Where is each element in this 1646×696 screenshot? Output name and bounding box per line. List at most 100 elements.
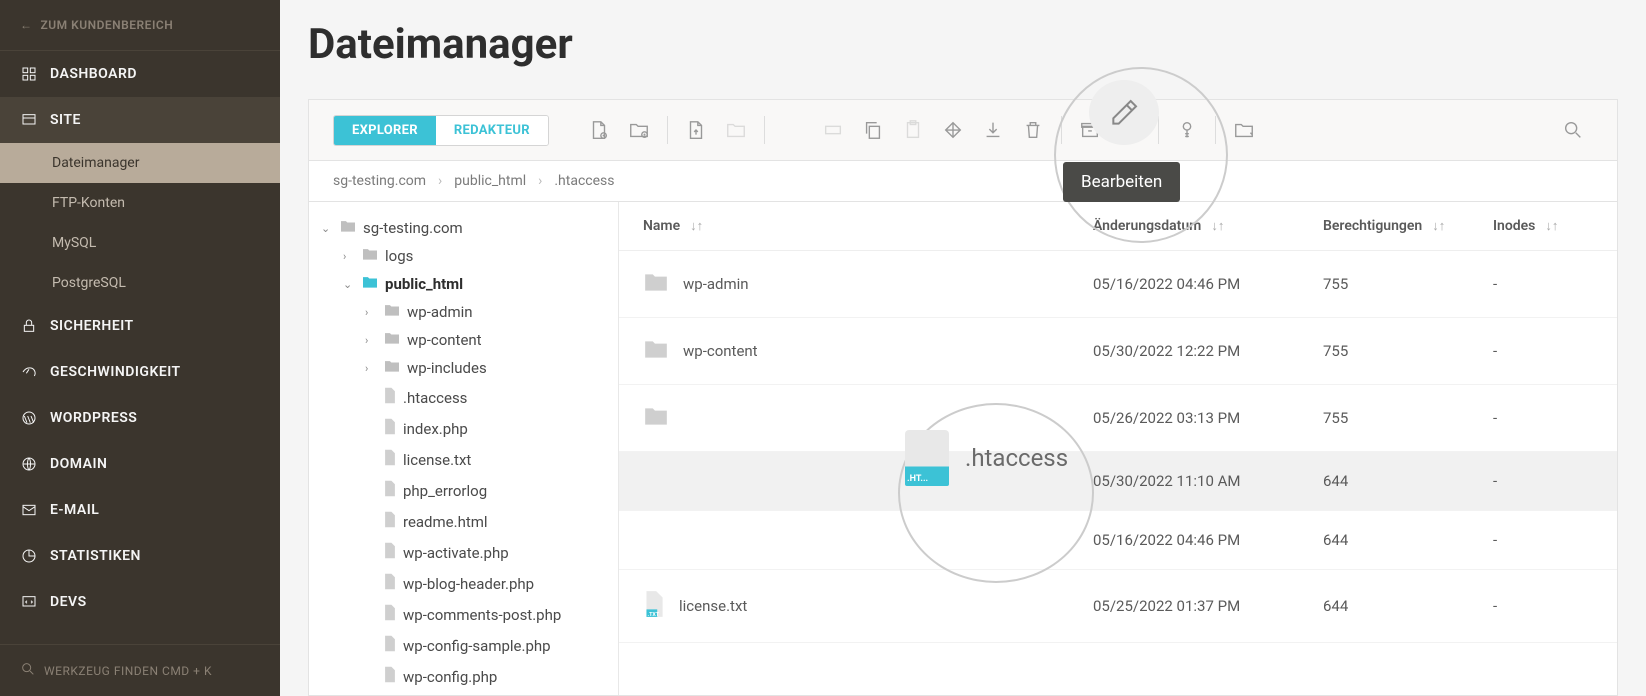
tab-explorer[interactable]: EXPLORER (334, 116, 436, 145)
content-panel: EXPLORER REDAKTEUR (308, 99, 1618, 696)
tree-label: readme.html (403, 513, 488, 531)
chart-icon (20, 547, 38, 565)
edit-tooltip: Bearbeiten (1063, 162, 1180, 202)
file-icon (383, 387, 397, 408)
folder-icon (643, 405, 669, 431)
file-icon: .TXT (643, 590, 665, 622)
tree-row[interactable]: ›wp-admin (309, 298, 618, 326)
file-date: 05/30/2022 12:22 PM (1093, 342, 1323, 360)
chevron-right-icon: › (438, 173, 442, 189)
tree-row[interactable]: wp-config-sample.php (309, 630, 618, 661)
paste-button[interactable] (893, 112, 933, 148)
move-button[interactable] (933, 112, 973, 148)
tab-editor[interactable]: REDAKTEUR (436, 116, 548, 145)
file-perm: 644 (1323, 531, 1493, 549)
tree-row[interactable]: wp-blog-header.php (309, 568, 618, 599)
sort-icon[interactable]: ↓↑ (1432, 218, 1445, 234)
tree-row[interactable]: readme.html (309, 506, 618, 537)
nav-site[interactable]: SITE (0, 97, 280, 143)
tree-row[interactable]: license.txt (309, 444, 618, 475)
list-row[interactable]: 05/16/2022 04:46 PM644- (619, 511, 1617, 570)
col-inodes-header[interactable]: Inodes (1493, 218, 1535, 234)
file-inodes: - (1493, 472, 1593, 490)
tree-label: wp-content (407, 331, 482, 349)
tree-row[interactable]: wp-activate.php (309, 537, 618, 568)
nav-label: E-MAIL (50, 502, 99, 518)
tree-row[interactable]: ⌄sg-testing.com (309, 214, 618, 242)
tree-row[interactable]: ›wp-content (309, 326, 618, 354)
nav-label: WORDPRESS (50, 410, 137, 426)
folder-icon (643, 338, 669, 364)
sidebar-sub-item[interactable]: FTP-Konten (0, 183, 280, 223)
breadcrumb-item[interactable]: .htaccess (554, 173, 614, 189)
tree-row[interactable]: wp-comments-post.php (309, 599, 618, 630)
tree-row[interactable]: index.php (309, 413, 618, 444)
folder-icon (383, 331, 401, 349)
download-button[interactable] (973, 112, 1013, 148)
nav-label: STATISTIKEN (50, 548, 141, 564)
tree-row[interactable]: ›logs (309, 242, 618, 270)
search-button[interactable] (1553, 112, 1593, 148)
list-row[interactable]: 05/26/2022 03:13 PM755- (619, 385, 1617, 452)
folder-icon (383, 303, 401, 321)
file-perm: 644 (1323, 472, 1493, 490)
list-row[interactable]: wp-admin05/16/2022 04:46 PM755- (619, 251, 1617, 318)
new-file-button[interactable] (579, 112, 619, 148)
nav-security[interactable]: SICHERHEIT (0, 303, 280, 349)
tree-label: sg-testing.com (363, 219, 463, 237)
sort-icon[interactable]: ↓↑ (1545, 218, 1558, 234)
svg-text:.TXT: .TXT (648, 612, 660, 618)
nav-devs[interactable]: DEVS (0, 579, 280, 625)
back-to-customer-area[interactable]: ← ZUM KUNDENBEREICH (0, 0, 280, 51)
edit-button[interactable] (1089, 80, 1159, 145)
delete-button[interactable] (1013, 112, 1053, 148)
tree-row[interactable]: .htaccess (309, 382, 618, 413)
upload-file-button[interactable] (676, 112, 716, 148)
breadcrumb-item[interactable]: public_html (454, 173, 526, 189)
nav-dashboard[interactable]: DASHBOARD (0, 51, 280, 97)
mail-icon (20, 501, 38, 519)
new-folder-button[interactable] (619, 112, 659, 148)
tool-search[interactable]: WERKZEUG FINDEN CMD + K (0, 644, 280, 696)
permissions-button[interactable] (1167, 112, 1207, 148)
nav-wordpress[interactable]: WORDPRESS (0, 395, 280, 441)
rename-button[interactable] (813, 112, 853, 148)
sidebar-sub-item[interactable]: Dateimanager (0, 143, 280, 183)
breadcrumb: sg-testing.com › public_html › .htaccess (309, 161, 1617, 202)
wordpress-icon (20, 409, 38, 427)
tree-row[interactable]: ›wp-includes (309, 354, 618, 382)
file-name: wp-content (683, 342, 758, 360)
tree-row[interactable]: ⌄public_html (309, 270, 618, 298)
breadcrumb-item[interactable]: sg-testing.com (333, 173, 426, 189)
list-row[interactable]: 05/30/2022 11:10 AM644- (619, 452, 1617, 511)
copy-button[interactable] (853, 112, 893, 148)
folder-tree[interactable]: ⌄sg-testing.com›logs⌄public_html›wp-admi… (309, 202, 619, 695)
main: Dateimanager EXPLORER REDAKTEUR (280, 0, 1646, 696)
nav-label: SITE (50, 112, 81, 128)
sidebar-sub-item[interactable]: PostgreSQL (0, 263, 280, 303)
nav-stats[interactable]: STATISTIKEN (0, 533, 280, 579)
divider (667, 116, 668, 144)
tree-label: index.php (403, 420, 468, 438)
list-row[interactable]: wp-content05/30/2022 12:22 PM755- (619, 318, 1617, 385)
nav-email[interactable]: E-MAIL (0, 487, 280, 533)
file-list: Name ↓↑ Änderungsdatum ↓↑ Berechtigungen ↓↑… (619, 202, 1617, 695)
tree-row[interactable]: wp-config.php (309, 661, 618, 692)
file-icon (383, 480, 397, 501)
file-icon (383, 573, 397, 594)
chevron-icon: › (343, 250, 355, 263)
sort-icon[interactable]: ↓↑ (690, 218, 703, 234)
col-name-header[interactable]: Name (643, 218, 680, 234)
nav-domain[interactable]: DOMAIN (0, 441, 280, 487)
sort-icon[interactable]: ↓↑ (1211, 218, 1224, 234)
tree-row[interactable]: php_errorlog (309, 475, 618, 506)
list-row[interactable]: .TXTlicense.txt05/25/2022 01:37 PM644- (619, 570, 1617, 643)
col-date-header[interactable]: Änderungsdatum (1093, 218, 1201, 234)
sidebar-sub-item[interactable]: MySQL (0, 223, 280, 263)
tree-label: php_errorlog (403, 482, 487, 500)
nav-label: DEVS (50, 594, 87, 610)
nav-speed[interactable]: GESCHWINDIGKEIT (0, 349, 280, 395)
col-perm-header[interactable]: Berechtigungen (1323, 218, 1422, 234)
upload-folder-button[interactable] (716, 112, 756, 148)
folder-settings-button[interactable] (1224, 112, 1264, 148)
